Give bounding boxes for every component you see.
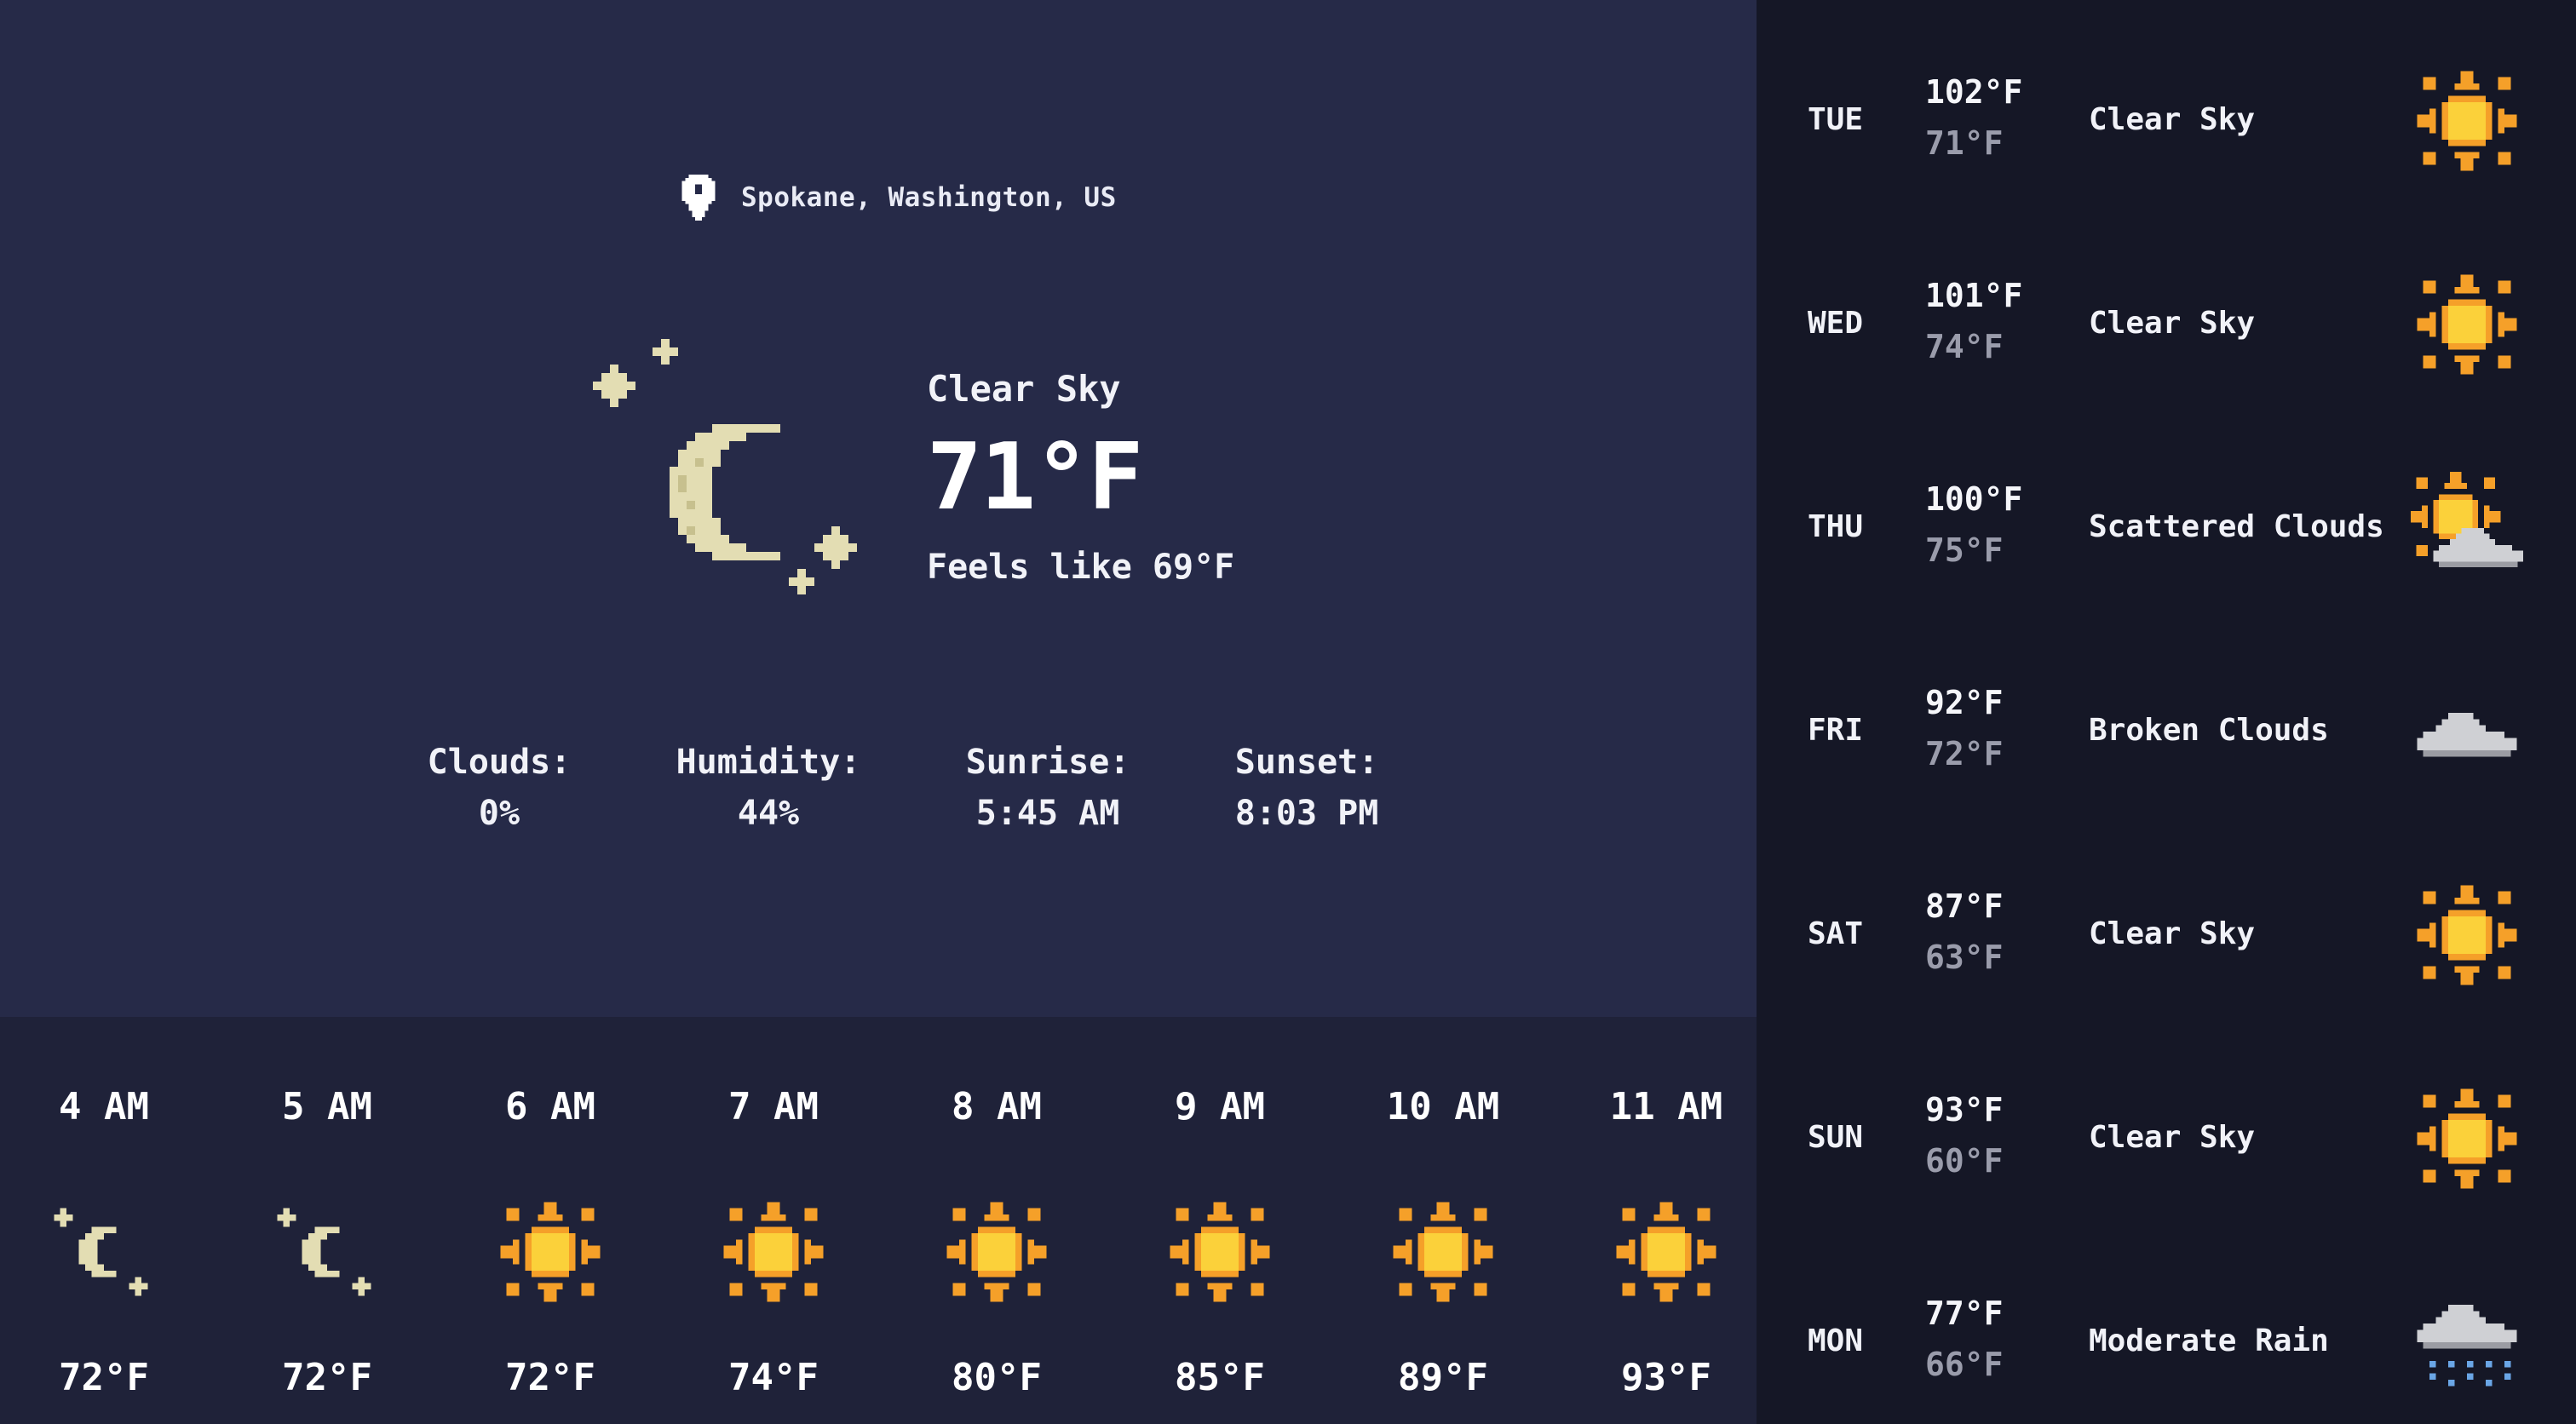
day-low: 71°F [1925,124,2004,162]
daily-row: TUE 102°F 71°F Clear Sky [1757,17,2576,187]
hourly-item: 8 AM 80°F [925,1017,1068,1424]
hour-time: 9 AM [1175,1085,1265,1128]
hour-time: 4 AM [59,1085,149,1128]
moon-icon [271,1196,383,1308]
daily-row: WED 101°F 74°F Clear Sky [1757,221,2576,391]
feels-like: Feels like 69°F [927,548,1235,587]
sun-icon [2411,65,2523,177]
stat-value: 8:03 PM [1234,794,1379,833]
rain-cloud-icon [2411,1286,2523,1398]
day-low: 75°F [1925,531,2004,569]
daily-row: THU 100°F 75°F Scattered Clouds [1757,424,2576,594]
current-weather-panel: Spokane, Washington, US Clear Sky 71°F F… [0,0,1757,1017]
day-name: THU [1808,509,1864,544]
sun-icon [1387,1196,1499,1308]
day-name: TUE [1808,102,1864,137]
hourly-item: 9 AM 85°F [1148,1017,1291,1424]
weather-stats: Clouds: 0% Humidity: 44% Sunrise: 5:45 A… [375,743,1431,833]
day-description: Scattered Clouds [2089,509,2384,544]
day-name: SUN [1808,1120,1864,1155]
day-low: 60°F [1925,1142,2004,1180]
hour-temp: 72°F [505,1356,595,1399]
day-description: Clear Sky [2089,916,2256,951]
hourly-item: 5 AM 72°F [256,1017,399,1424]
day-description: Clear Sky [2089,306,2256,341]
hourly-item: 11 AM 93°F [1595,1017,1738,1424]
day-high: 93°F [1925,1091,2004,1128]
sun-icon [1164,1196,1276,1308]
daily-row: SUN 93°F 60°F Clear Sky [1757,1035,2576,1205]
daily-row: MON 77°F 66°F Moderate Rain [1757,1238,2576,1409]
day-name: MON [1808,1324,1864,1358]
day-high: 87°F [1925,887,2004,925]
hour-time: 5 AM [282,1085,372,1128]
hour-time: 6 AM [505,1085,595,1128]
current-summary: Clear Sky 71°F Feels like 69°F [927,368,1234,587]
day-description: Clear Sky [2089,102,2256,137]
hour-temp: 85°F [1175,1356,1265,1399]
stat-sunrise: Sunrise: 5:45 AM [966,743,1130,833]
stat-label: Sunset: [1234,743,1379,782]
sun-icon [2411,1082,2523,1195]
day-low: 66°F [1925,1346,2004,1383]
hour-time: 11 AM [1609,1085,1723,1128]
location-text: Spokane, Washington, US [741,182,1117,213]
day-high: 92°F [1925,684,2004,721]
hour-temp: 93°F [1621,1356,1711,1399]
daily-row: SAT 87°F 63°F Clear Sky [1757,831,2576,1002]
hour-temp: 89°F [1398,1356,1488,1399]
location: Spokane, Washington, US [681,172,1117,223]
stat-value: 0% [478,794,520,833]
stat-label: Humidity: [676,743,861,782]
day-low: 63°F [1925,939,2004,976]
map-pin-icon [681,175,716,221]
day-high: 102°F [1925,73,2023,111]
hour-time: 7 AM [728,1085,819,1128]
hour-temp: 72°F [282,1356,372,1399]
crescent-moon-stars-icon [576,339,865,612]
stat-humidity: Humidity: 44% [676,743,861,833]
sun-icon [2411,879,2523,991]
current-temperature: 71°F [927,424,1143,531]
stat-clouds: Clouds: 0% [428,743,572,833]
weather-app: Spokane, Washington, US Clear Sky 71°F F… [0,0,2576,1424]
day-high: 101°F [1925,277,2023,314]
sun-icon [1610,1196,1722,1308]
day-name: FRI [1808,713,1864,748]
stat-value: 44% [737,794,800,833]
hour-temp: 80°F [952,1356,1042,1399]
day-description: Broken Clouds [2089,713,2329,748]
hourly-item: 6 AM 72°F [479,1017,622,1424]
day-high: 77°F [1925,1295,2004,1332]
hour-temp: 72°F [59,1356,149,1399]
cloud-icon [2411,675,2523,788]
sun-cloud-icon [2411,472,2523,584]
hourly-forecast: 4 AM 72°F 5 AM 72°F 6 AM 72°F 7 AM 74°F … [0,1017,1757,1424]
hour-temp: 74°F [728,1356,819,1399]
stat-sunset: Sunset: 8:03 PM [1235,743,1379,833]
hourly-item: 7 AM 74°F [702,1017,845,1424]
day-description: Clear Sky [2089,1120,2256,1155]
day-low: 72°F [1925,735,2004,772]
day-name: SAT [1808,916,1864,951]
hour-time: 10 AM [1386,1085,1500,1128]
hour-time: 8 AM [952,1085,1042,1128]
hourly-item: 10 AM 89°F [1371,1017,1515,1424]
day-description: Moderate Rain [2089,1324,2329,1358]
stat-value: 5:45 AM [975,794,1120,833]
day-name: WED [1808,306,1864,341]
daily-forecast: TUE 102°F 71°F Clear Sky WED 101°F 74°F … [1757,0,2576,1424]
sun-icon [2411,268,2523,381]
daily-row: FRI 92°F 72°F Broken Clouds [1757,628,2576,798]
sun-icon [717,1196,830,1308]
day-high: 100°F [1925,480,2023,518]
day-low: 74°F [1925,328,2004,365]
moon-icon [48,1196,160,1308]
stat-label: Sunrise: [965,743,1130,782]
hourly-item: 4 AM 72°F [32,1017,175,1424]
sun-icon [940,1196,1053,1308]
current-description: Clear Sky [927,368,1121,410]
stat-label: Clouds: [427,743,572,782]
sun-icon [494,1196,607,1308]
